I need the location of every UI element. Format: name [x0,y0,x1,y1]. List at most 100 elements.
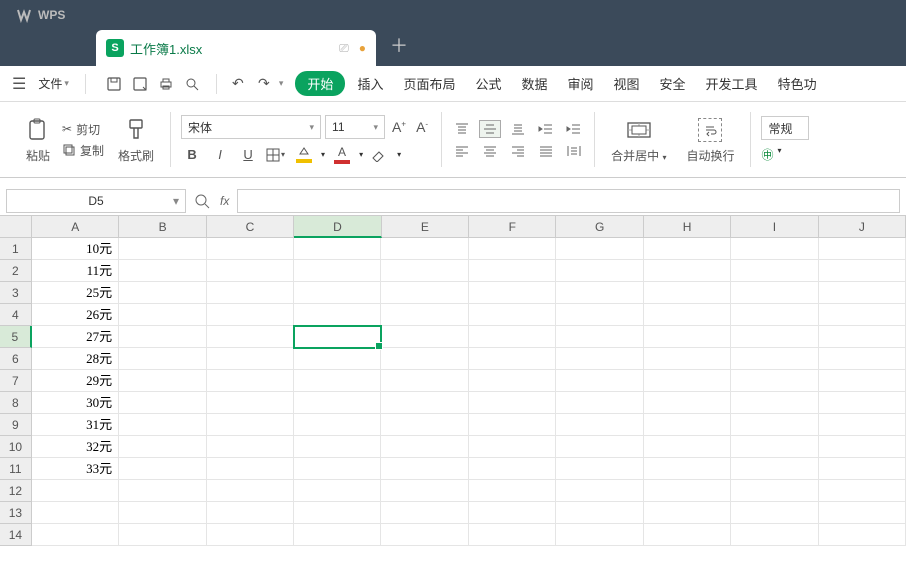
cell[interactable] [294,304,381,326]
tab-dev-tools[interactable]: 开发工具 [698,70,766,97]
cell[interactable] [819,502,906,524]
cell[interactable] [556,282,643,304]
cell[interactable] [32,502,119,524]
cell[interactable] [381,502,468,524]
tab-security[interactable]: 安全 [652,70,694,97]
fx-label[interactable]: fx [220,194,229,208]
cell[interactable] [556,260,643,282]
cell[interactable] [294,392,381,414]
align-middle-button[interactable] [480,121,500,137]
cell[interactable] [469,502,556,524]
cell[interactable] [819,326,906,348]
cell[interactable] [644,436,731,458]
cell[interactable] [644,326,731,348]
cell[interactable]: 26元 [32,304,119,326]
row-header[interactable]: 11 [0,458,32,480]
increase-font-button[interactable]: A+ [389,119,409,135]
new-tab-button[interactable]: ＋ [376,24,422,66]
row-header[interactable]: 1 [0,238,32,260]
cell[interactable] [294,414,381,436]
chevron-down-icon[interactable]: ▾ [321,150,325,159]
cell[interactable] [644,392,731,414]
cell[interactable] [381,348,468,370]
cell[interactable] [207,304,294,326]
cell[interactable] [119,414,206,436]
tab-view[interactable]: 视图 [606,70,648,97]
paste-button[interactable]: 粘贴 [20,113,56,166]
cell[interactable] [731,414,818,436]
eraser-button[interactable] [369,148,391,162]
cell[interactable] [556,414,643,436]
column-header[interactable]: D [294,216,381,238]
cell[interactable] [556,392,643,414]
cell[interactable] [819,304,906,326]
cell[interactable] [469,238,556,260]
row-header[interactable]: 6 [0,348,32,370]
cell[interactable] [731,326,818,348]
column-header[interactable]: H [644,216,731,238]
cell[interactable] [819,370,906,392]
cell[interactable] [819,436,906,458]
cell[interactable] [819,392,906,414]
cell[interactable] [556,458,643,480]
bold-button[interactable]: B [181,147,203,162]
column-header[interactable]: B [119,216,206,238]
cell[interactable] [731,392,818,414]
cell[interactable] [207,502,294,524]
cell[interactable] [556,502,643,524]
cell[interactable] [469,282,556,304]
cell[interactable] [819,282,906,304]
cell[interactable] [207,260,294,282]
row-header[interactable]: 2 [0,260,32,282]
cell[interactable] [294,436,381,458]
cell[interactable] [469,524,556,546]
row-header[interactable]: 3 [0,282,32,304]
name-box[interactable]: D5 ▾ [6,189,186,213]
cell[interactable] [819,260,906,282]
cell[interactable] [207,238,294,260]
cell[interactable] [469,392,556,414]
cell[interactable] [556,370,643,392]
cell[interactable] [294,282,381,304]
cell[interactable] [556,348,643,370]
document-tab[interactable]: S 工作簿1.xlsx ⎚ ● [96,30,376,66]
cell[interactable] [731,260,818,282]
cell[interactable] [119,480,206,502]
format-painter-button[interactable]: 格式刷 [112,113,160,166]
column-header[interactable]: F [469,216,556,238]
align-left-button[interactable] [452,143,472,159]
cell[interactable] [294,370,381,392]
cell[interactable]: 30元 [32,392,119,414]
cell[interactable] [381,458,468,480]
cell[interactable]: 10元 [32,238,119,260]
cut-button[interactable]: ✂ 剪切 [62,121,104,138]
tab-page-layout[interactable]: 页面布局 [395,70,463,97]
cell[interactable] [294,326,381,348]
cell[interactable] [207,326,294,348]
cell[interactable] [294,524,381,546]
cell[interactable] [819,458,906,480]
cell[interactable] [731,348,818,370]
cell[interactable] [32,480,119,502]
cell[interactable] [381,414,468,436]
cell[interactable] [381,304,468,326]
cell[interactable] [556,238,643,260]
tab-data[interactable]: 数据 [513,70,555,97]
cell[interactable] [556,524,643,546]
cell[interactable] [32,524,119,546]
cell[interactable]: 27元 [32,326,119,348]
row-header[interactable]: 13 [0,502,32,524]
chevron-down-icon[interactable]: ▾ [359,150,363,159]
cell[interactable] [294,348,381,370]
file-menu[interactable]: 文件 ▾ [34,73,73,94]
cell[interactable]: 25元 [32,282,119,304]
cell[interactable] [119,304,206,326]
cell[interactable] [294,502,381,524]
cell[interactable] [119,502,206,524]
cell[interactable] [294,238,381,260]
tab-features[interactable]: 特色功 [770,70,825,97]
fill-color-button[interactable] [293,146,315,163]
cell[interactable] [381,238,468,260]
font-color-button[interactable]: A [331,145,353,164]
cell[interactable] [381,282,468,304]
